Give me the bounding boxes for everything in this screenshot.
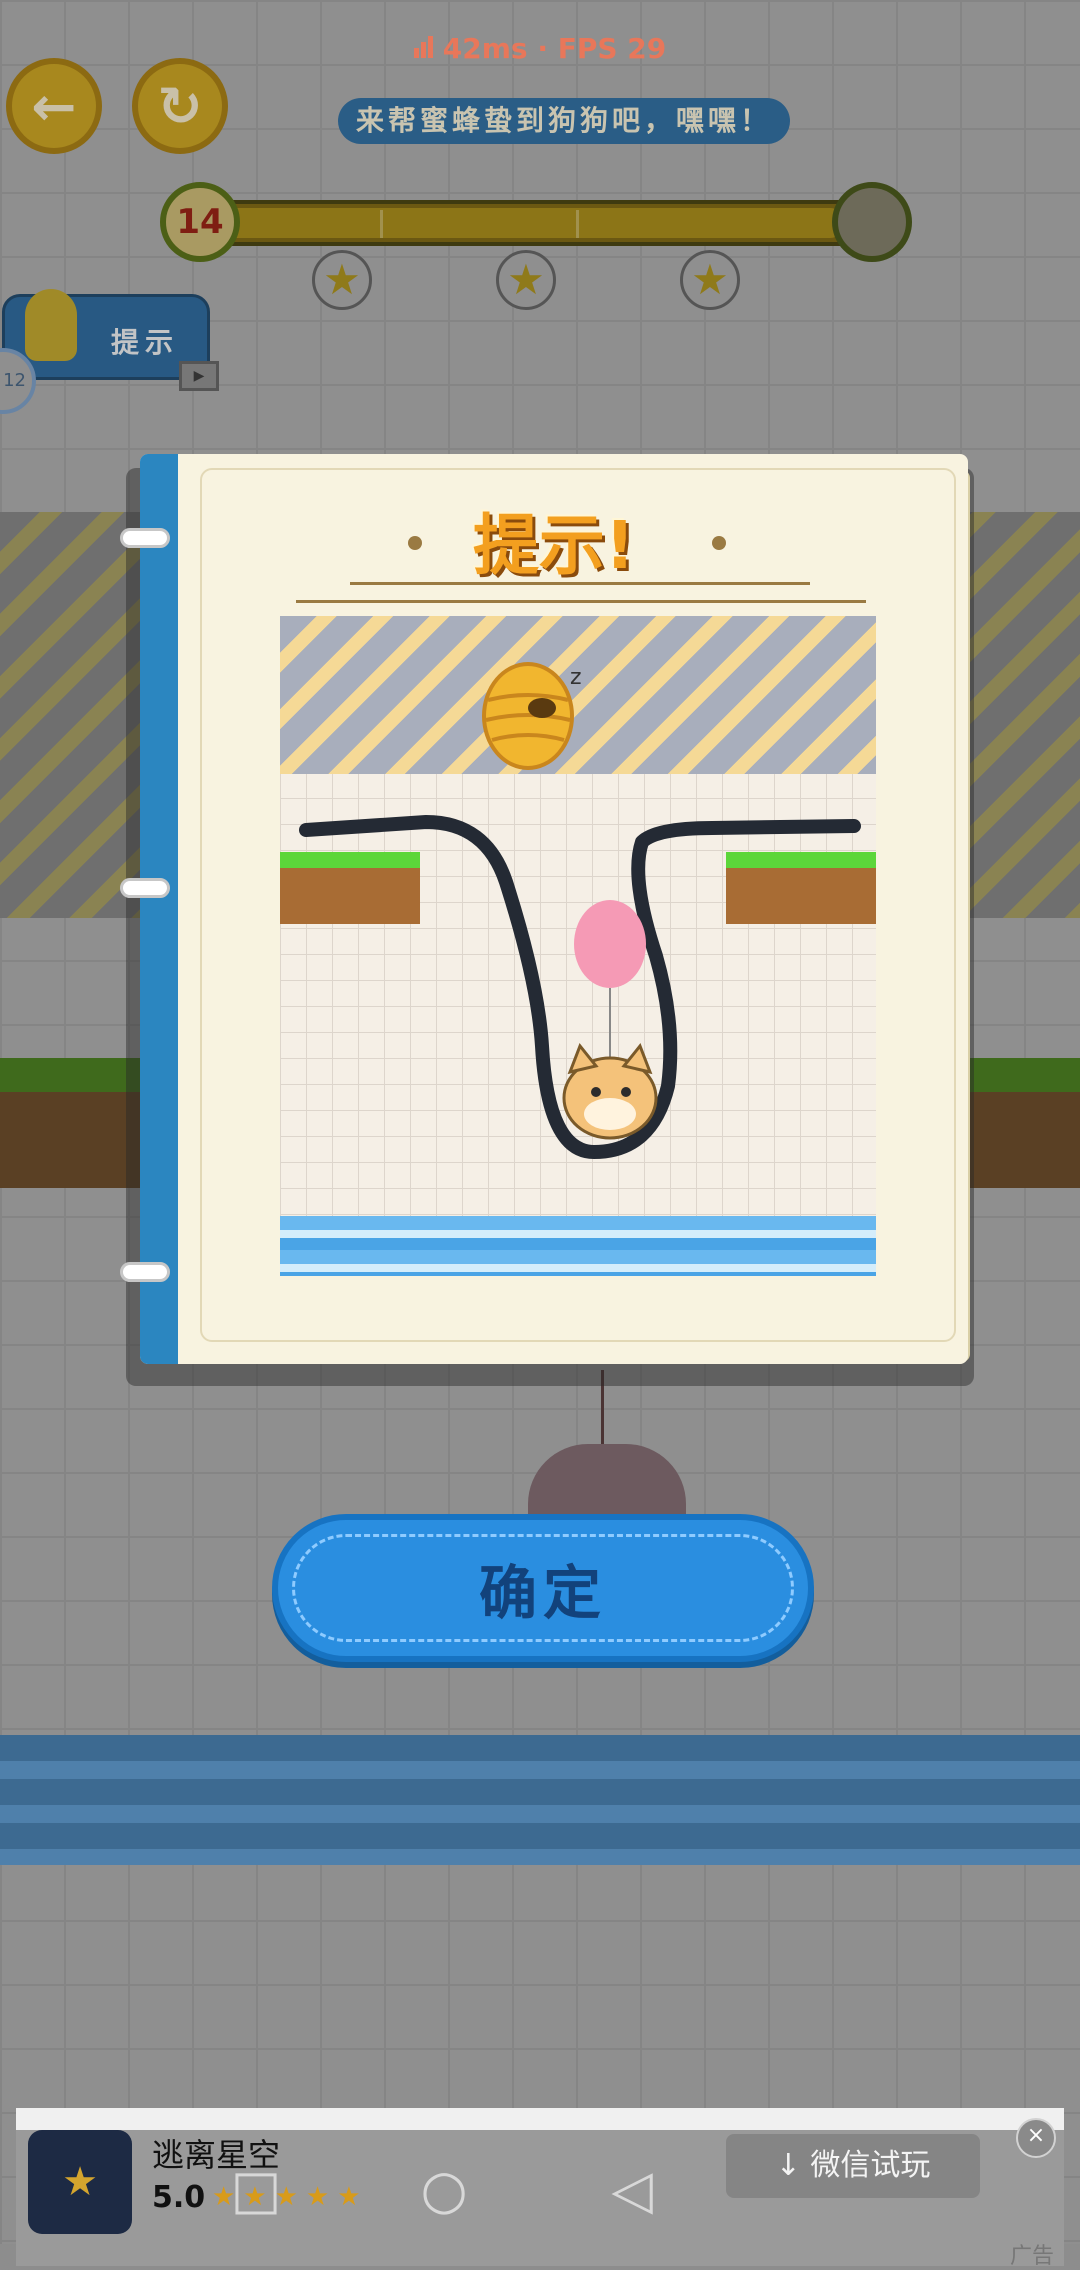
scene-water [280, 1216, 876, 1276]
star-icon: ★ [312, 250, 372, 310]
ad-banner[interactable]: ★ 逃离星空 5.0 ★★★★★ ↓ 微信试玩 × 广告 [16, 2108, 1064, 2269]
lightbulb-icon [25, 289, 77, 361]
fps-value: FPS 29 [557, 32, 667, 65]
ad-play-button[interactable]: ↓ 微信试玩 [726, 2134, 980, 2198]
pencil-icon [832, 182, 912, 262]
ping-value: 42ms [442, 32, 528, 65]
restart-button[interactable]: ↻ [132, 58, 228, 154]
progress-track [200, 200, 872, 246]
back-arrow-icon: ← [31, 74, 77, 138]
star-icon: ★ [496, 250, 556, 310]
separator: · [537, 32, 548, 65]
back-button[interactable]: ← [6, 58, 102, 154]
signal-icon [413, 32, 435, 65]
progress-divider [576, 210, 579, 238]
ad-rating: 5.0 [152, 2180, 206, 2215]
progress-divider [380, 210, 383, 238]
binder-ring [120, 1262, 170, 1282]
restart-icon: ↻ [157, 74, 203, 138]
scene-drawing: z [299, 662, 861, 1159]
star-icon: ★ [680, 250, 740, 310]
nav-back-icon[interactable]: ◁ [602, 2160, 662, 2220]
dog-icon [562, 1043, 658, 1140]
confirm-button[interactable]: 确定 [272, 1514, 814, 1662]
nav-circle-icon[interactable]: ○ [414, 2160, 474, 2220]
hint-button-label: 提示 [111, 326, 180, 359]
bg-water [0, 1735, 1080, 1865]
dialog-title: 提示! [472, 507, 636, 584]
title-underline [296, 600, 866, 603]
network-status: 42ms · FPS 29 [0, 32, 1080, 65]
title-dot [712, 536, 726, 550]
binder-ring [120, 878, 170, 898]
nav-home-icon[interactable]: □ [226, 2160, 286, 2220]
level-number: 14 [160, 182, 240, 262]
ad-play-label: 微信试玩 [810, 2148, 931, 2183]
video-icon: ▶ [179, 361, 219, 391]
hint-dialog: 提示! z [120, 454, 968, 1364]
ad-label: 广告 [1009, 2244, 1054, 2269]
progress-fill [208, 208, 846, 238]
app-icon[interactable]: ★ [28, 2130, 132, 2234]
download-icon: ↓ [775, 2148, 801, 2183]
confirm-button-label: 确定 [478, 1559, 607, 1627]
notebook-spine [140, 454, 178, 1364]
hint-solution-image: z [280, 616, 876, 1276]
close-icon[interactable]: × [1016, 2118, 1056, 2158]
beehive-icon [482, 662, 574, 770]
title-underline [350, 582, 810, 585]
balloon-icon [574, 900, 646, 1062]
objective-banner: 来帮蜜蜂蛰到狗狗吧，嘿嘿！ [338, 98, 790, 144]
sleep-z-icon: z [570, 665, 582, 690]
